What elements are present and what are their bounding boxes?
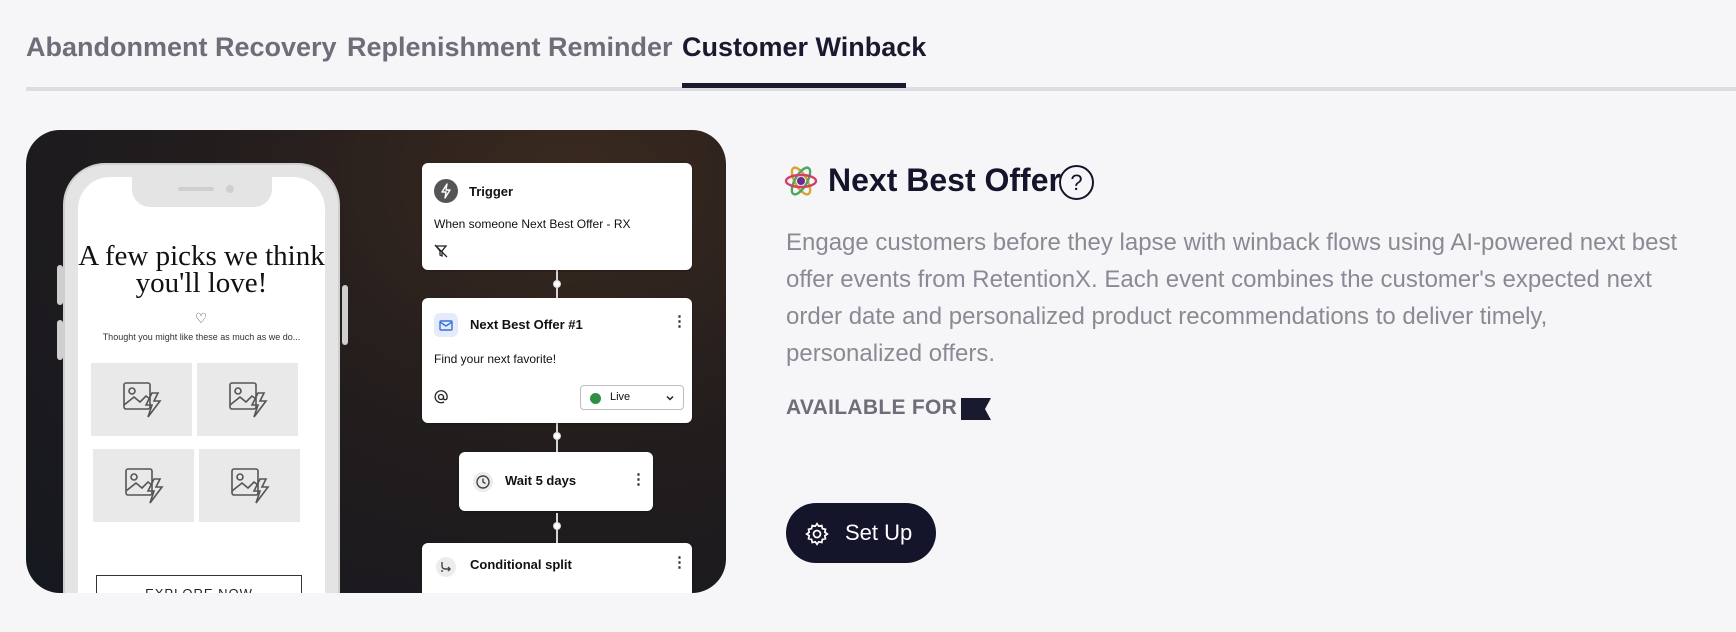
tab-abandonment-recovery[interactable]: Abandonment Recovery xyxy=(26,32,337,63)
more-options-icon: ⋮ xyxy=(672,554,687,571)
speaker xyxy=(178,187,214,191)
split-title: Conditional split xyxy=(470,557,572,572)
email-text: Find your next favorite! xyxy=(434,352,557,366)
flag-icon xyxy=(961,398,991,420)
status-select: Live xyxy=(580,385,684,410)
explore-now-button: EXPLORE NOW xyxy=(96,575,302,593)
product-tile xyxy=(199,449,300,522)
available-for-label: AVAILABLE FOR xyxy=(786,396,958,419)
email-subtext: Thought you might like these as much as … xyxy=(102,332,301,342)
image-placeholder-icon xyxy=(125,468,164,504)
at-sign-icon xyxy=(434,390,448,404)
trigger-title: Trigger xyxy=(469,184,514,199)
trigger-card: Trigger When someone Next Best Offer - R… xyxy=(422,163,692,270)
tab-customer-winback[interactable]: Customer Winback xyxy=(682,32,926,63)
lightning-icon xyxy=(434,179,458,203)
mail-icon xyxy=(434,313,458,337)
feature-description: Engage customers before they lapse with … xyxy=(786,229,1678,367)
split-card: Conditional split ⋮ xyxy=(422,543,692,593)
connector-dot xyxy=(553,522,561,530)
filter-off-icon xyxy=(434,244,448,258)
tab-replenishment-reminder[interactable]: Replenishment Reminder xyxy=(347,32,673,63)
connector-dot xyxy=(553,432,561,440)
gear-icon xyxy=(805,522,829,546)
feature-title: Next Best Offer xyxy=(828,162,1061,198)
phone-side-button xyxy=(57,265,63,305)
phone-mockup: A few picks we think you'll love! ♡ Thou… xyxy=(57,163,348,593)
phone-side-button xyxy=(57,320,63,360)
set-up-button[interactable]: Set Up xyxy=(786,503,936,563)
flow-preview-image: A few picks we think you'll love! ♡ Thou… xyxy=(26,130,726,593)
phone-screen: A few picks we think you'll love! ♡ Thou… xyxy=(78,177,325,593)
product-tile xyxy=(91,363,192,436)
clock-icon xyxy=(473,472,493,492)
image-placeholder-icon xyxy=(123,382,162,418)
flow-library-page: Abandonment Recovery Replenishment Remin… xyxy=(0,0,1736,632)
atom-icon xyxy=(784,166,818,196)
help-icon[interactable]: ? xyxy=(1059,165,1094,200)
phone-side-button xyxy=(342,285,348,345)
active-tab-indicator xyxy=(682,83,906,88)
chevron-down-icon xyxy=(666,395,674,401)
wait-card: Wait 5 days ⋮ xyxy=(459,452,653,511)
wait-title: Wait 5 days xyxy=(505,473,577,488)
phone-notch xyxy=(132,177,272,207)
email-headline: A few picks we think you'll love! xyxy=(78,240,325,299)
play-icon xyxy=(590,393,601,404)
email-card: Next Best Offer #1 ⋮ Find your next favo… xyxy=(422,298,692,423)
trigger-text: When someone Next Best Offer - RX xyxy=(434,217,631,231)
image-placeholder-icon xyxy=(231,468,270,504)
heart-icon: ♡ xyxy=(194,310,208,326)
more-options-icon: ⋮ xyxy=(631,471,646,488)
split-icon xyxy=(436,557,456,577)
more-options-icon: ⋮ xyxy=(672,313,687,330)
product-tile xyxy=(197,363,298,436)
status-label: Live xyxy=(610,391,631,403)
product-tile xyxy=(93,449,194,522)
image-placeholder-icon xyxy=(229,382,268,418)
email-title: Next Best Offer #1 xyxy=(470,317,583,332)
tab-bar: Abandonment Recovery Replenishment Remin… xyxy=(26,0,1736,91)
connector-dot xyxy=(553,280,561,288)
camera xyxy=(226,185,234,193)
set-up-label: Set Up xyxy=(845,520,913,545)
